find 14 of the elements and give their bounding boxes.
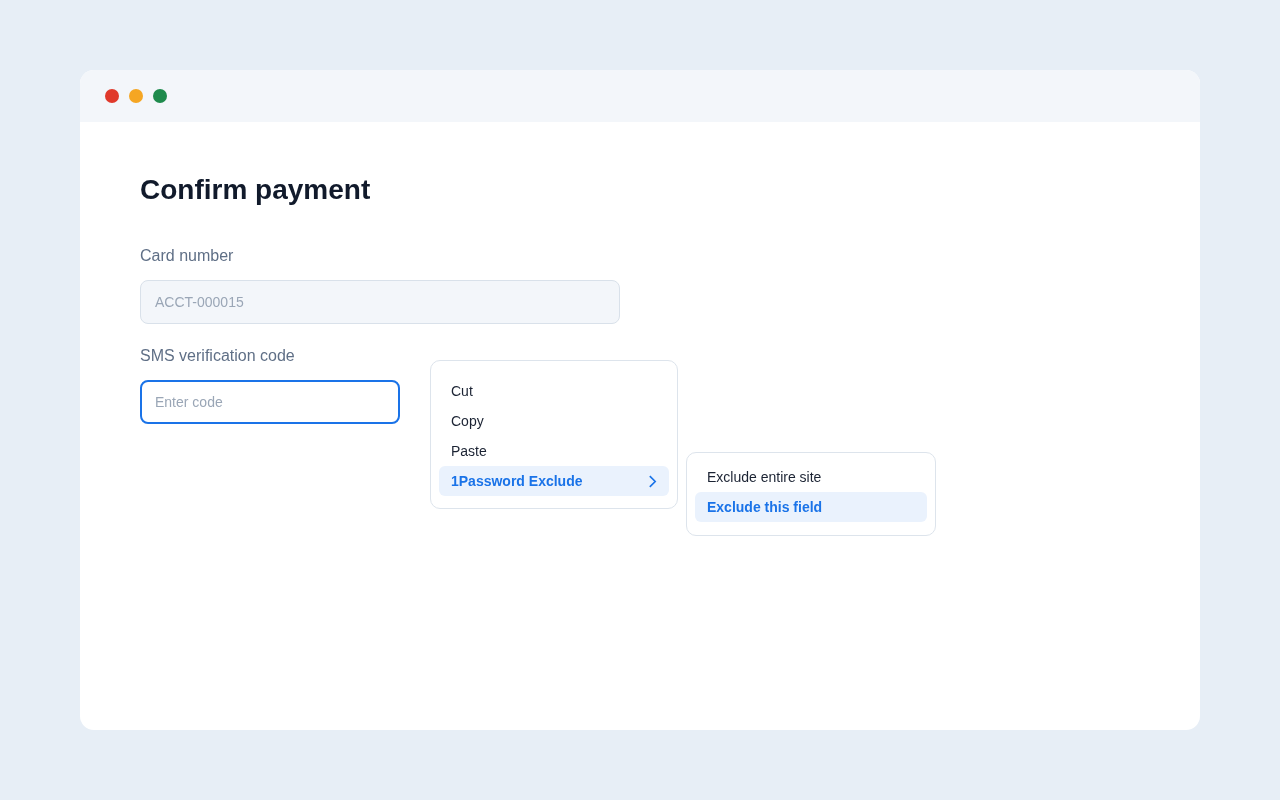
input-field[interactable]: Enter code [140,380,400,424]
window-control-dot[interactable] [129,89,143,103]
menu-item[interactable]: Copy [439,406,669,436]
page-heading: Confirm payment [140,173,371,207]
menu-item[interactable]: Cut [439,376,669,406]
field-label: SMS verification code [140,346,295,366]
window-control-dot[interactable] [153,89,167,103]
menu-item[interactable]: Exclude entire site [695,462,927,492]
window-control-dot[interactable] [105,89,119,103]
menu-item[interactable]: Exclude this field [695,492,927,522]
field-label: Card number [140,246,234,266]
menu-item[interactable]: Paste [439,436,669,466]
menu-item[interactable]: 1Password Exclude [439,466,669,496]
chevron-right-icon [648,473,657,489]
